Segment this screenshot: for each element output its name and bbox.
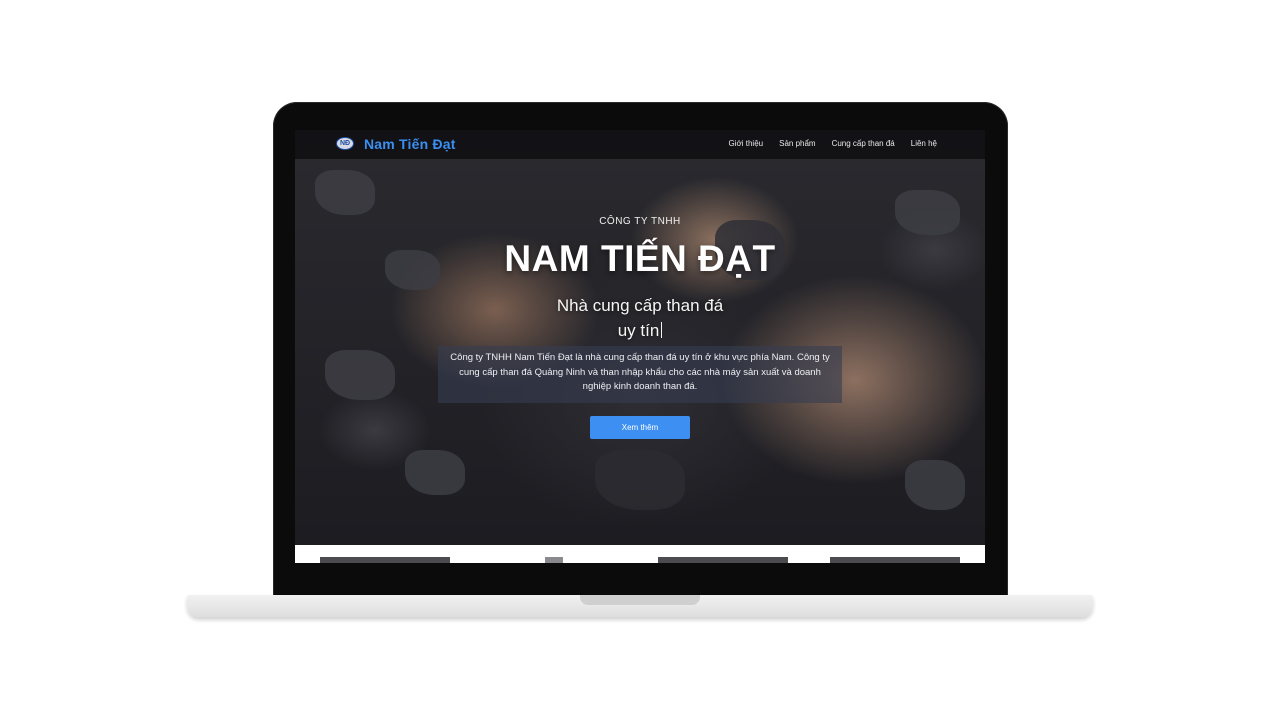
coal-rock xyxy=(325,350,395,400)
hero-eyebrow: CÔNG TY TNHH xyxy=(599,216,681,227)
laptop-notch xyxy=(580,595,700,605)
hero-section: NĐ Nam Tiến Đạt Giới thiệu Sản phẩm Cung… xyxy=(295,130,985,545)
tagline-line-2-text: uy tín xyxy=(617,321,660,340)
nav-menu: Giới thiệu Sản phẩm Cung cấp than đá Liê… xyxy=(729,139,937,148)
product-preview-strip xyxy=(295,545,985,563)
product-thumbnail[interactable] xyxy=(830,557,960,563)
tagline-line-2: uy tín xyxy=(505,318,775,343)
nav-item-lien-he[interactable]: Liên hệ xyxy=(911,139,937,148)
typing-caret-icon xyxy=(661,322,663,338)
hero-tagline: Nhà cung cấp than đá uy tín xyxy=(505,293,775,343)
browser-screen: NĐ Nam Tiến Đạt Giới thiệu Sản phẩm Cung… xyxy=(295,130,985,563)
coal-rock xyxy=(895,190,960,235)
logo-icon[interactable]: NĐ xyxy=(336,137,354,150)
logo-text: NĐ xyxy=(339,140,351,147)
product-thumbnail[interactable] xyxy=(320,557,450,563)
tagline-line-1: Nhà cung cấp than đá xyxy=(556,296,724,315)
hero-description: Công ty TNHH Nam Tiến Đạt là nhà cung cấ… xyxy=(438,346,842,403)
product-thumbnail[interactable] xyxy=(545,557,563,563)
product-thumbnail[interactable] xyxy=(658,557,788,563)
nav-item-san-pham[interactable]: Sản phẩm xyxy=(779,139,815,148)
brand-name[interactable]: Nam Tiến Đạt xyxy=(364,136,456,152)
nav-item-cung-cap-than-da[interactable]: Cung cấp than đá xyxy=(832,139,895,148)
hero-title: NAM TIẾN ĐẠT xyxy=(504,238,776,279)
coal-rock xyxy=(315,170,375,215)
read-more-button[interactable]: Xem thêm xyxy=(590,416,690,439)
coal-rock xyxy=(905,460,965,510)
coal-rock xyxy=(405,450,465,495)
coal-rock xyxy=(595,450,685,510)
site-navbar: NĐ Nam Tiến Đạt Giới thiệu Sản phẩm Cung… xyxy=(295,130,985,159)
laptop-base xyxy=(187,595,1093,617)
nav-item-gioi-thieu[interactable]: Giới thiệu xyxy=(729,139,764,148)
